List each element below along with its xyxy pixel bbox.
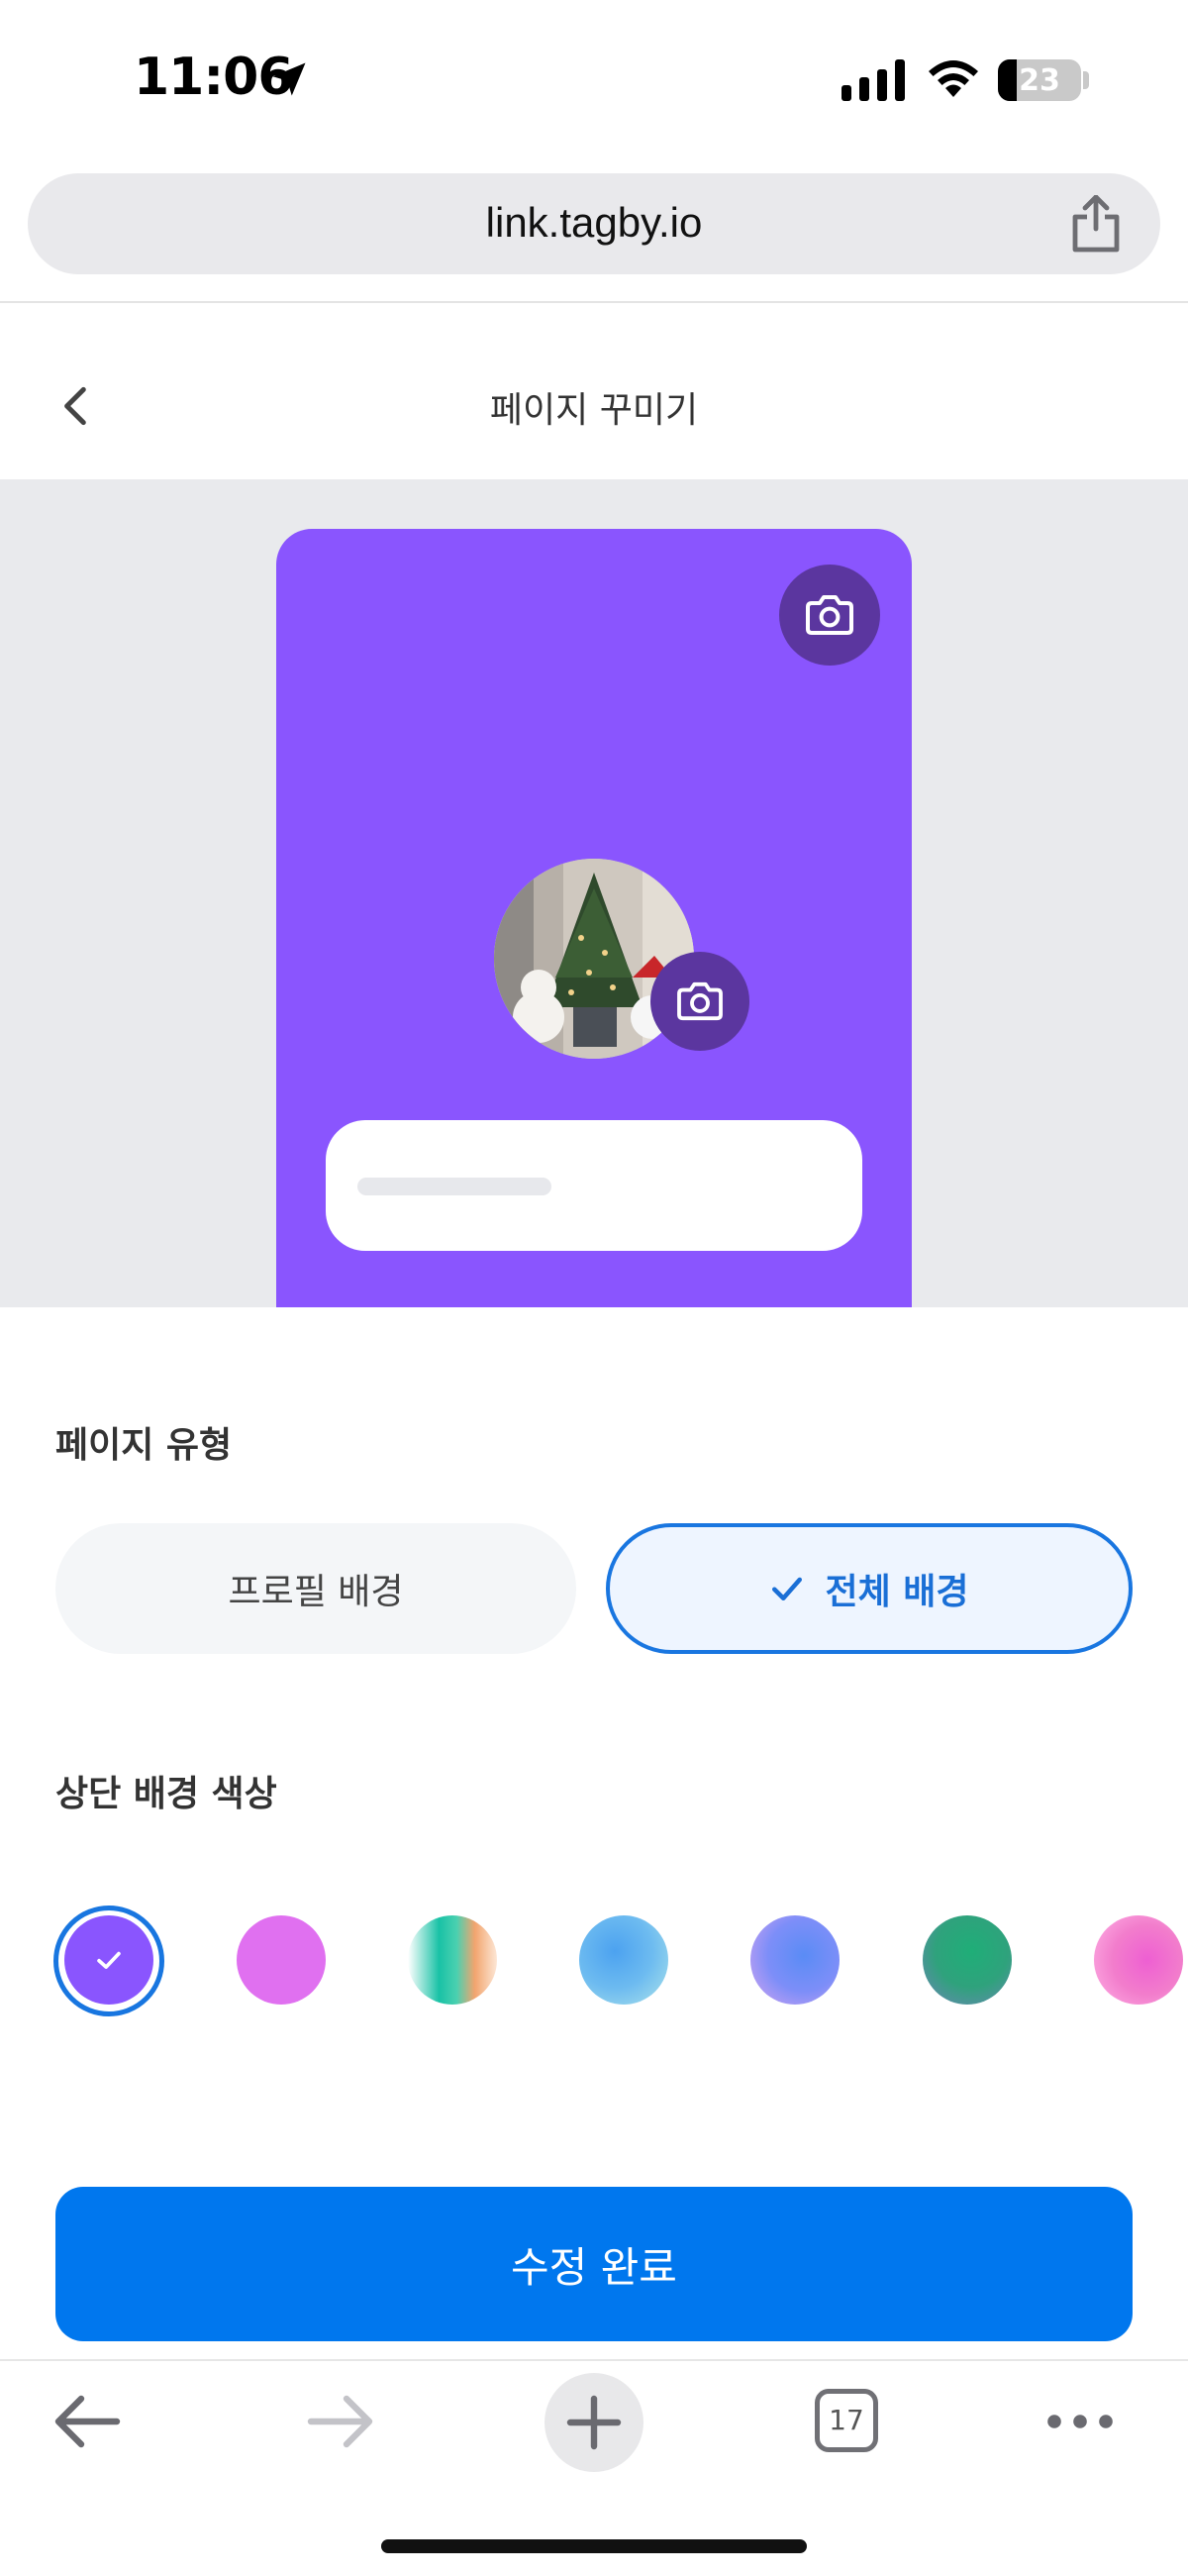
plus-icon xyxy=(566,2395,622,2450)
color-swatch-pink[interactable] xyxy=(237,1915,326,2005)
page-type-label: 페이지 유형 xyxy=(55,1425,233,1466)
background-camera-button[interactable] xyxy=(779,565,880,666)
more-options-icon[interactable] xyxy=(1044,2377,1116,2466)
avatar-camera-button[interactable] xyxy=(650,952,749,1051)
page-type-full-background[interactable]: 전체 배경 xyxy=(606,1523,1133,1654)
page-title: 페이지 꾸미기 xyxy=(489,390,699,431)
color-swatch-blue-violet-gradient[interactable] xyxy=(750,1915,840,2005)
option-label: 프로필 배경 xyxy=(228,1572,404,1612)
divider xyxy=(0,301,1188,303)
profile-name-placeholder xyxy=(326,1120,862,1251)
page-type-profile-background[interactable]: 프로필 배경 xyxy=(55,1523,576,1654)
share-icon[interactable] xyxy=(1069,195,1123,253)
color-swatch-purple[interactable] xyxy=(64,1915,153,2005)
preview-card xyxy=(276,529,912,1307)
battery-icon: 23 xyxy=(998,59,1081,101)
battery-cap xyxy=(1083,71,1089,89)
url-text[interactable]: link.tagby.io xyxy=(28,199,1160,247)
color-swatch-teal-orange-gradient[interactable] xyxy=(408,1915,497,2005)
checkmark-icon xyxy=(772,1577,803,1600)
color-swatch-pink-gradient[interactable] xyxy=(1094,1915,1183,2005)
home-indicator xyxy=(381,2539,807,2553)
status-bar: 11:06 23 xyxy=(0,0,1188,158)
top-background-color-label: 상단 배경 색상 xyxy=(55,1774,277,1814)
new-tab-button[interactable] xyxy=(544,2373,644,2472)
color-swatch-green-blue-gradient[interactable] xyxy=(923,1915,1012,2005)
color-swatch-blue-gradient[interactable] xyxy=(579,1915,668,2005)
tabs-button[interactable]: 17 xyxy=(815,2389,878,2452)
camera-icon xyxy=(677,981,723,1021)
cellular-signal-icon xyxy=(842,59,905,101)
page-preview xyxy=(0,479,1188,1307)
battery-percent: 23 xyxy=(1019,63,1060,98)
browser-back-icon[interactable] xyxy=(51,2377,123,2466)
browser-forward-icon[interactable] xyxy=(305,2377,376,2466)
save-button[interactable]: 수정 완료 xyxy=(55,2187,1133,2341)
toolbar-divider xyxy=(0,2359,1188,2361)
camera-icon xyxy=(806,595,853,635)
wifi-icon xyxy=(929,60,978,97)
option-label: 전체 배경 xyxy=(825,1572,969,1612)
save-button-label: 수정 완료 xyxy=(511,2242,677,2292)
address-bar[interactable]: link.tagby.io xyxy=(28,173,1160,274)
placeholder-line xyxy=(357,1178,551,1195)
checkmark-icon xyxy=(97,1951,121,1969)
tab-count: 17 xyxy=(829,2404,864,2436)
location-arrow-icon xyxy=(272,62,306,96)
